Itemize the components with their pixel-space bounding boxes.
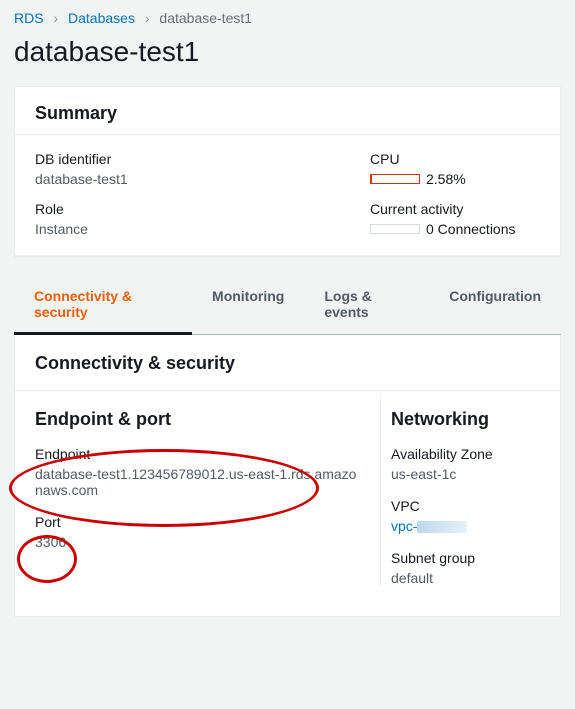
port-label: Port [35,514,360,530]
redacted-vpc-id [417,521,467,533]
breadcrumb-databases[interactable]: Databases [68,10,135,26]
networking-heading: Networking [391,409,540,430]
role-value: Instance [35,221,370,237]
activity-bar [370,224,420,234]
endpoint-label: Endpoint [35,446,360,462]
vpc-label: VPC [391,498,540,514]
availability-zone-label: Availability Zone [391,446,540,462]
subnet-group-label: Subnet group [391,550,540,566]
chevron-right-icon: › [145,10,150,26]
availability-zone-value: us-east-1c [391,466,540,482]
tab-monitoring[interactable]: Monitoring [192,274,304,334]
cpu-label: CPU [370,151,540,167]
db-identifier-value: database-test1 [35,171,370,187]
connectivity-heading: Connectivity & security [15,335,560,391]
current-activity-value: 0 Connections [426,221,516,237]
db-identifier-label: DB identifier [35,151,370,167]
summary-heading: Summary [35,103,540,124]
breadcrumb: RDS › Databases › database-test1 [0,0,575,32]
summary-panel: Summary DB identifier database-test1 Rol… [14,86,561,256]
endpoint-port-heading: Endpoint & port [35,409,360,430]
connectivity-panel: Connectivity & security Endpoint & port … [14,335,561,617]
page-title: database-test1 [0,32,575,86]
chevron-right-icon: › [53,10,58,26]
breadcrumb-rds[interactable]: RDS [14,10,44,26]
tabs: Connectivity & security Monitoring Logs … [14,274,561,335]
subnet-group-value: default [391,570,540,586]
endpoint-value: database-test1.123456789012.us-east-1.rd… [35,466,360,498]
port-value: 3306 [35,534,360,550]
cpu-bar [370,174,420,184]
breadcrumb-current: database-test1 [159,10,252,26]
cpu-value: 2.58% [426,171,466,187]
role-label: Role [35,201,370,217]
tab-connectivity[interactable]: Connectivity & security [14,274,192,334]
vpc-link[interactable]: vpc- [391,518,417,534]
tab-logs-events[interactable]: Logs & events [304,274,429,334]
current-activity-label: Current activity [370,201,540,217]
tab-configuration[interactable]: Configuration [429,274,561,334]
